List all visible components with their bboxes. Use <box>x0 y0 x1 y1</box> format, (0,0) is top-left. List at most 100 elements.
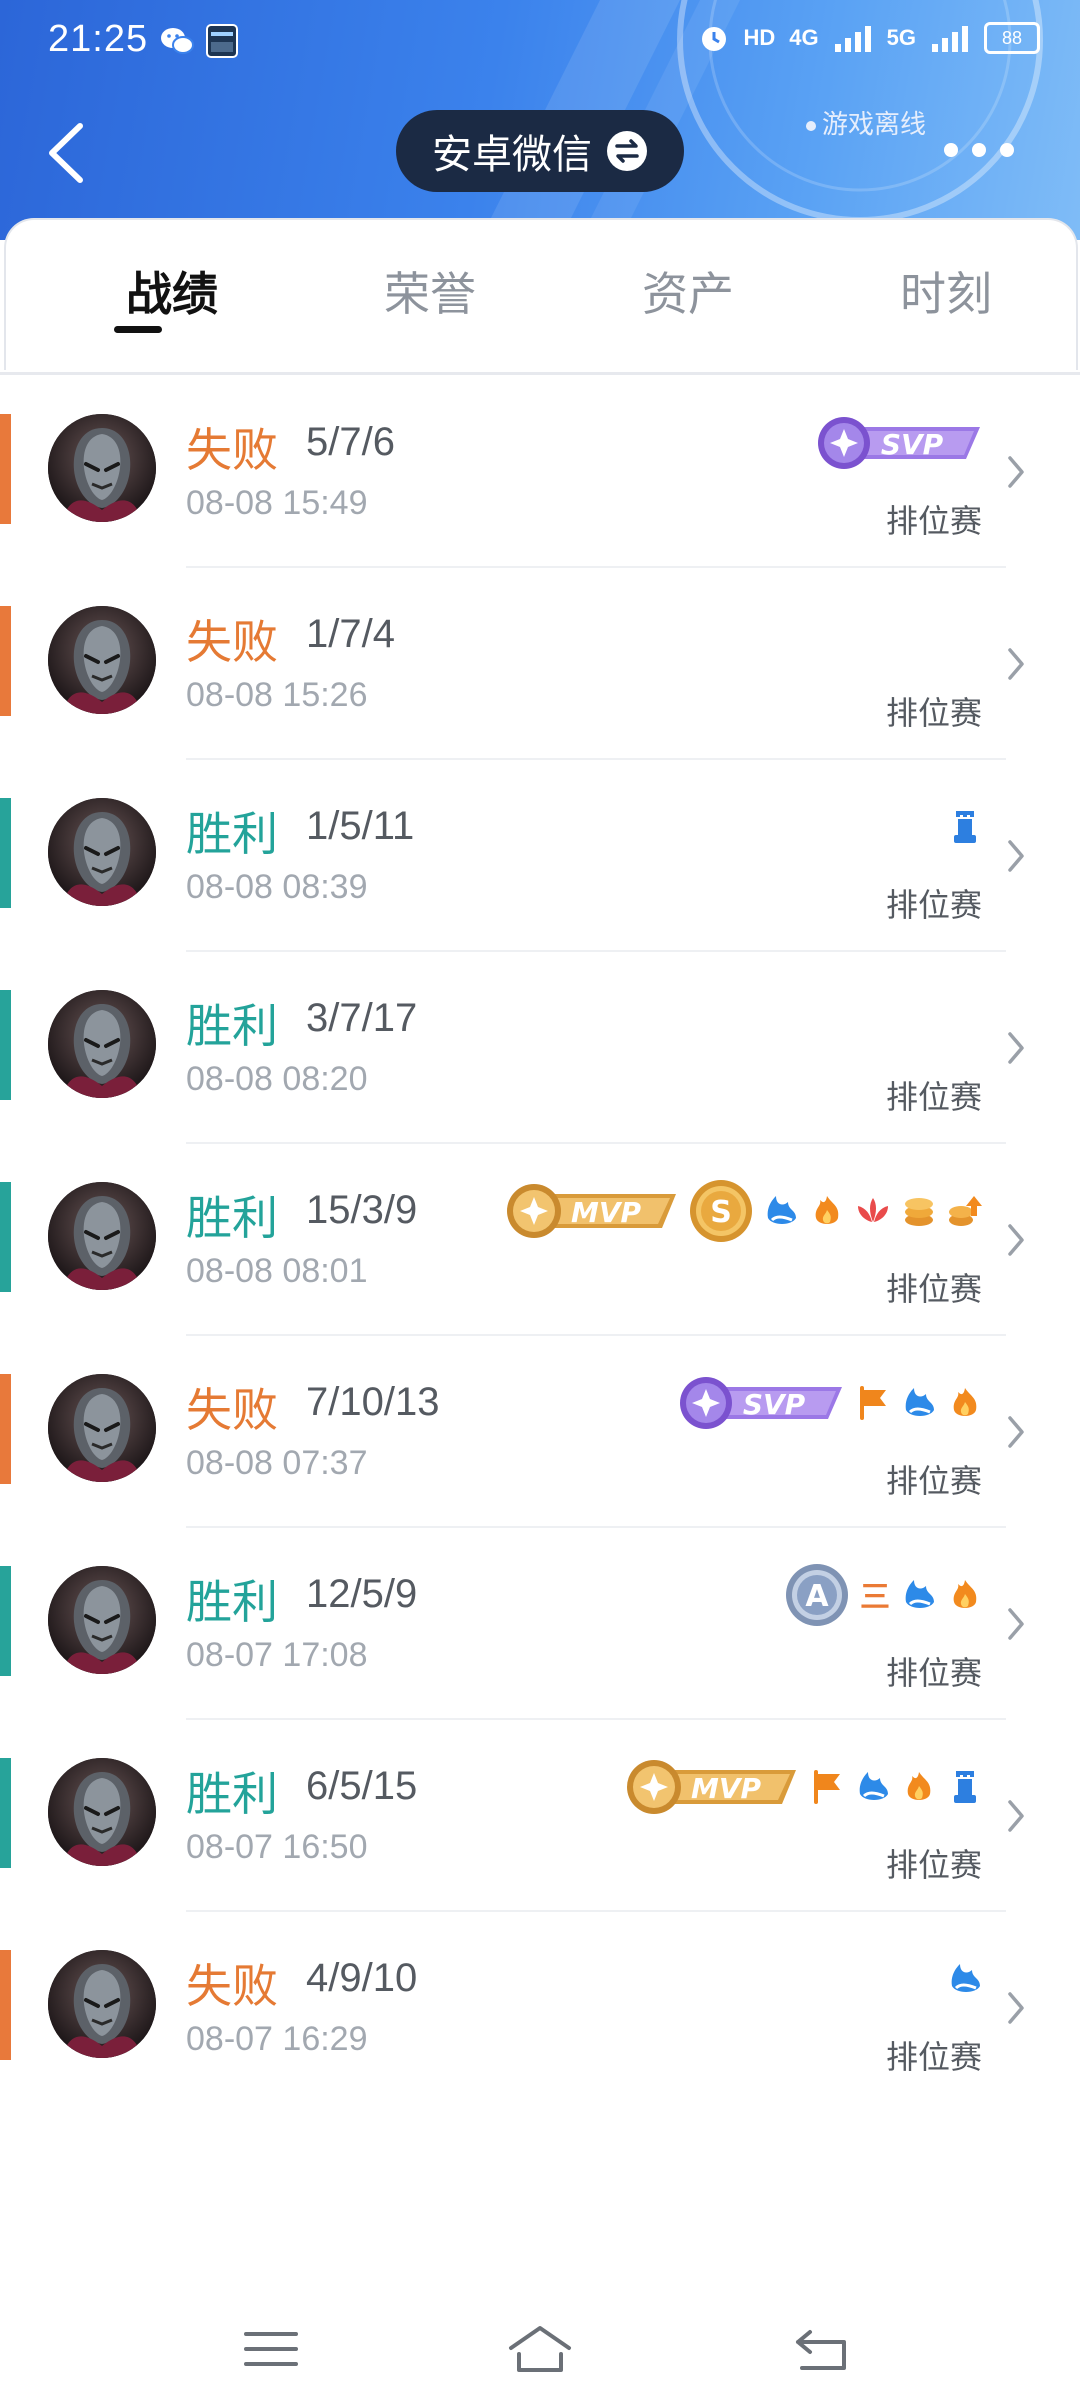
signal-icon <box>834 26 871 52</box>
fire-icon <box>815 1196 839 1224</box>
home-icon[interactable] <box>505 2314 575 2384</box>
splash-icon <box>951 1964 980 1992</box>
match-row[interactable]: 失败 1/7/4 08-08 15:26 排位赛 <box>0 568 1080 760</box>
back-icon[interactable] <box>788 2314 858 2384</box>
mvp-badge-icon: MVP <box>627 1760 796 1814</box>
match-result: 失败 <box>186 1384 278 1436</box>
match-time: 08-08 15:26 <box>186 676 368 714</box>
splash-icon <box>905 1580 934 1608</box>
fire-icon <box>907 1772 931 1800</box>
hero-avatar <box>48 1758 156 1866</box>
hero-avatar <box>48 414 156 522</box>
match-badges <box>946 794 984 860</box>
svp-badge-icon: SVP <box>818 417 980 469</box>
chevron-right-icon <box>1008 1032 1024 1064</box>
svg-text:SVP: SVP <box>743 1388 806 1421</box>
result-color-bar <box>0 990 11 1100</box>
offline-dot-icon <box>806 121 816 132</box>
svg-text:A: A <box>805 1579 829 1614</box>
match-result: 胜利 <box>186 1192 278 1244</box>
match-kda: 12/5/9 <box>306 1572 418 1616</box>
match-result: 胜利 <box>186 1000 278 1052</box>
hero-avatar <box>48 1182 156 1290</box>
match-time: 08-07 16:29 <box>186 2020 368 2058</box>
signal-icon <box>932 26 968 52</box>
match-badges: SVP <box>814 410 984 476</box>
status-icons: HD 4G 5G 88 <box>698 22 1040 54</box>
match-badges <box>946 1946 984 2012</box>
chevron-right-icon <box>1008 840 1024 872</box>
back-arrow-icon[interactable] <box>40 118 100 188</box>
alarm-icon <box>701 27 726 51</box>
coin-up-icon <box>949 1196 982 1226</box>
svp-badge-icon: SVP <box>680 1377 842 1429</box>
match-time: 08-08 08:39 <box>186 868 368 906</box>
chevron-right-icon <box>1008 1608 1024 1640</box>
splash-icon <box>767 1196 796 1224</box>
match-result: 胜利 <box>186 1768 278 1820</box>
flag-icon <box>814 1770 840 1804</box>
match-row[interactable]: 胜利 6/5/15 08-07 16:50 MVP 排位赛 <box>0 1720 1080 1912</box>
match-kda: 3/7/17 <box>306 996 418 1040</box>
splash-icon <box>905 1388 934 1416</box>
chevron-right-icon <box>1008 1800 1024 1832</box>
match-row[interactable]: 胜利 1/5/11 08-08 08:39 排位赛 <box>0 760 1080 952</box>
match-kda: 1/5/11 <box>306 804 415 848</box>
account-switcher[interactable]: 安卓微信 <box>396 110 684 192</box>
tab-honors[interactable]: 荣誉 <box>350 258 510 324</box>
match-list: 失败 5/7/6 08-08 15:49 SVP 排位赛 失败 1/7/4 08… <box>0 376 1080 2104</box>
network-label-5g: 5G <box>886 25 916 50</box>
hero-avatar <box>48 1950 156 2058</box>
match-mode: 排位赛 <box>885 1463 982 1499</box>
network-label-4g: 4G <box>789 25 819 50</box>
match-mode: 排位赛 <box>885 503 982 539</box>
svg-text:三: 三 <box>860 1580 890 1615</box>
hero-avatar <box>48 1566 156 1674</box>
tab-records[interactable]: 战绩 <box>92 258 252 324</box>
more-dots-icon[interactable] <box>944 130 1024 170</box>
result-color-bar <box>0 1374 11 1484</box>
system-nav-bar <box>0 2290 1080 2408</box>
match-row[interactable]: 失败 5/7/6 08-08 15:49 SVP 排位赛 <box>0 376 1080 568</box>
match-mode: 排位赛 <box>885 1655 982 1691</box>
status-time: 21:25 <box>48 18 149 60</box>
swap-icon <box>607 131 647 171</box>
s-rank-icon: S <box>690 1180 752 1242</box>
match-result: 失败 <box>186 616 278 668</box>
match-result: 胜利 <box>186 1576 278 1628</box>
match-kda: 5/7/6 <box>306 420 395 464</box>
svg-text:SVP: SVP <box>881 428 944 461</box>
result-color-bar <box>0 414 11 524</box>
hd-label: HD <box>743 25 776 50</box>
match-row[interactable]: 失败 4/9/10 08-07 16:29 排位赛 <box>0 1912 1080 2104</box>
match-row[interactable]: 胜利 15/3/9 08-08 08:01 MVP S 排位赛 <box>0 1144 1080 1336</box>
match-mode: 排位赛 <box>885 1271 982 1307</box>
match-row[interactable]: 胜利 3/7/17 08-08 08:20 排位赛 <box>0 952 1080 1144</box>
match-time: 08-07 16:50 <box>186 1828 368 1866</box>
result-color-bar <box>0 1566 11 1676</box>
hero-avatar <box>48 1374 156 1482</box>
match-mode: 排位赛 <box>885 887 982 923</box>
match-kda: 15/3/9 <box>306 1188 418 1232</box>
match-row[interactable]: 胜利 12/5/9 08-07 17:08 A 三 排位赛 <box>0 1528 1080 1720</box>
chevron-right-icon <box>1008 1992 1024 2024</box>
match-time: 08-07 17:08 <box>186 1636 368 1674</box>
battery-level: 88 <box>1001 28 1023 48</box>
match-row[interactable]: 失败 7/10/13 08-08 07:37 SVP 排位赛 <box>0 1336 1080 1528</box>
result-color-bar <box>0 798 11 908</box>
offline-label: 游戏离线 <box>822 109 927 139</box>
tab-assets[interactable]: 资产 <box>608 258 768 324</box>
header: 21:25 HD 4G 5G 88 游戏离线 安卓微信 <box>0 0 1080 240</box>
match-badges: MVP S <box>504 1178 984 1244</box>
match-kda: 6/5/15 <box>306 1764 418 1808</box>
result-color-bar <box>0 1182 11 1292</box>
splash-icon <box>859 1772 888 1800</box>
flag-icon <box>860 1386 886 1420</box>
match-mode: 排位赛 <box>885 695 982 731</box>
chevron-right-icon <box>1008 648 1024 680</box>
account-name: 安卓微信 <box>432 133 592 177</box>
menu-icon[interactable] <box>236 2314 306 2384</box>
chevron-right-icon <box>1008 1416 1024 1448</box>
match-badges: SVP <box>676 1370 984 1436</box>
tab-moments[interactable]: 时刻 <box>866 258 1026 324</box>
